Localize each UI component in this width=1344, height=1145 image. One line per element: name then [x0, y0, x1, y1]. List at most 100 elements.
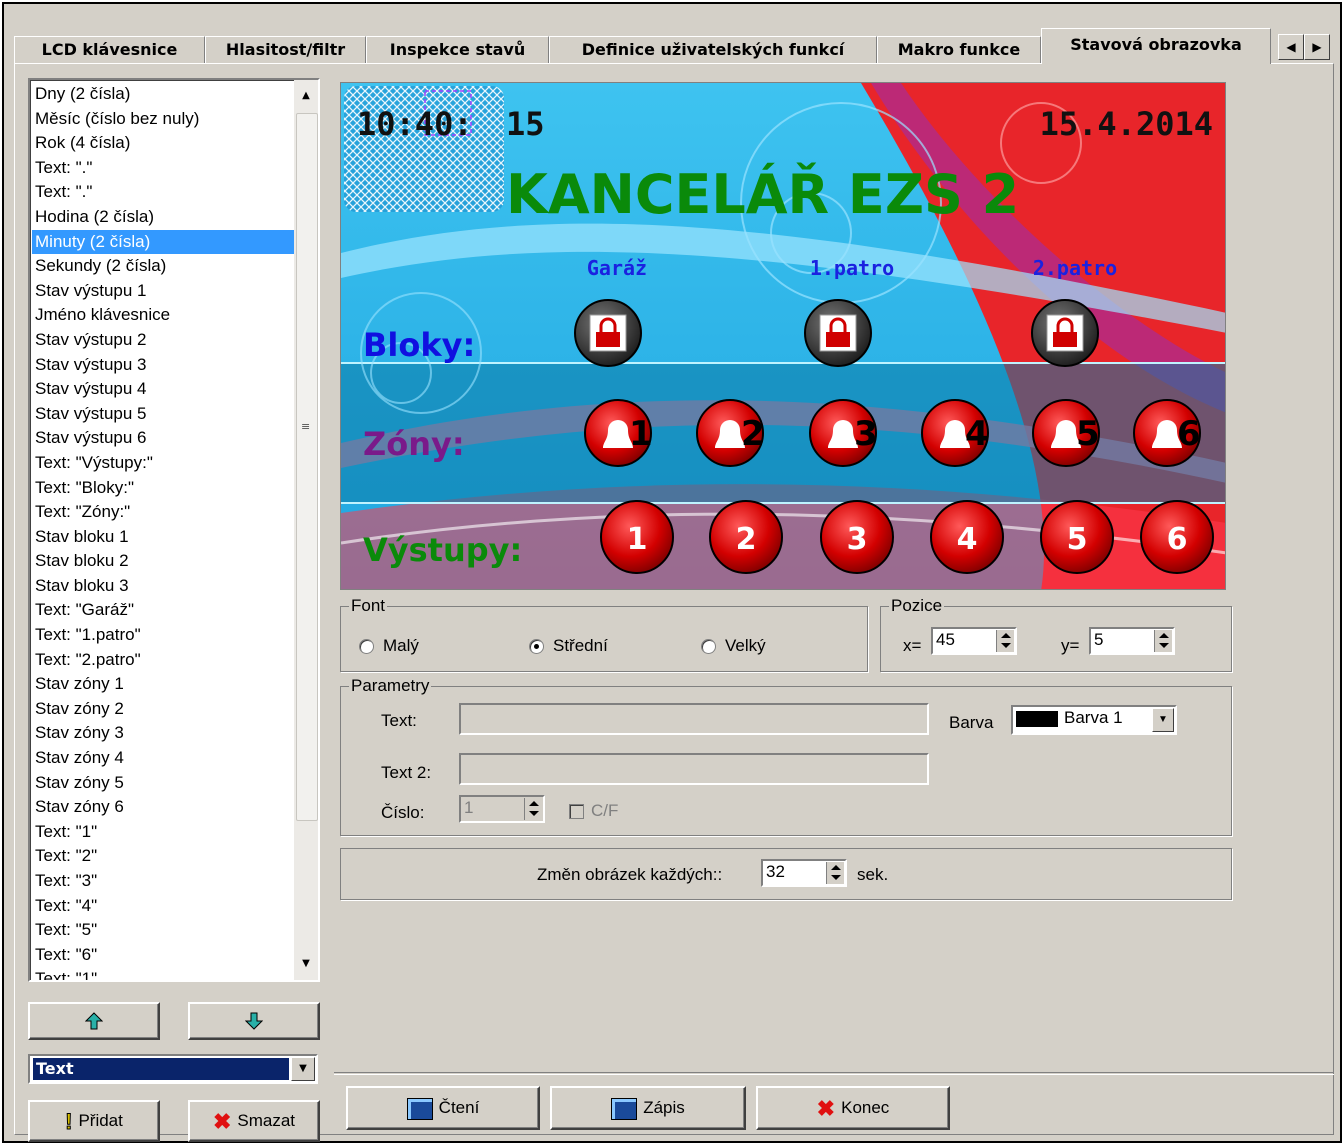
list-item[interactable]: Text: "2.patro" — [32, 648, 294, 673]
exit-button[interactable]: ✖ Konec — [756, 1086, 950, 1130]
number-stepper[interactable]: 1 — [459, 795, 545, 823]
list-item[interactable]: Stav zóny 2 — [32, 697, 294, 722]
tab-scroll-right-button[interactable]: ▶ — [1304, 34, 1330, 60]
zone-number: 4 — [965, 414, 989, 454]
list-item[interactable]: Text: "1" — [32, 967, 294, 980]
list-item[interactable]: Stav zóny 5 — [32, 771, 294, 796]
spin-arrows-icon[interactable] — [826, 862, 844, 884]
change-image-value: 32 — [766, 862, 785, 881]
list-item[interactable]: Text: "Výstupy:" — [32, 451, 294, 476]
status-screen-preview[interactable]: 10:40: 15 15.4.2014 KANCELÁŘ EZS 2 Garáž… — [340, 82, 1226, 590]
list-item[interactable]: Stav bloku 2 — [32, 549, 294, 574]
tab-stavova-obrazovka[interactable]: Stavová obrazovka — [1041, 28, 1271, 64]
element-type-combo[interactable]: Text ▼ — [28, 1054, 318, 1084]
list-item[interactable]: Stav výstupu 6 — [32, 426, 294, 451]
add-button-label: Přidat — [78, 1111, 123, 1130]
list-item[interactable]: Text: "Bloky:" — [32, 476, 294, 501]
tab-hlasitost-filtr[interactable]: Hlasitost/filtr — [205, 36, 366, 64]
chevron-down-icon[interactable]: ▼ — [1152, 708, 1174, 732]
tab-definice-uzivatelskych-funkci[interactable]: Definice uživatelských funkcí — [549, 36, 877, 64]
list-item[interactable]: Stav zóny 4 — [32, 746, 294, 771]
tab-inspekce-stavu[interactable]: Inspekce stavů — [366, 36, 549, 64]
list-item[interactable]: Text: "1" — [32, 820, 294, 845]
list-item[interactable]: Text: "." — [32, 180, 294, 205]
list-item[interactable]: Sekundy (2 čísla) — [32, 254, 294, 279]
list-item[interactable]: Text: "4" — [32, 894, 294, 919]
move-down-button[interactable] — [188, 1002, 320, 1040]
list-item[interactable]: Text: "2" — [32, 844, 294, 869]
list-item[interactable]: Text: "6" — [32, 943, 294, 968]
list-item[interactable]: Text: "Zóny:" — [32, 500, 294, 525]
number-value: 1 — [464, 798, 474, 817]
zones-label: Zóny: — [363, 425, 465, 463]
color-select[interactable]: Barva 1 ▼ — [1011, 705, 1177, 735]
list-item[interactable]: Jméno klávesnice — [32, 303, 294, 328]
list-item[interactable]: Stav výstupu 1 — [32, 279, 294, 304]
scroll-up-icon[interactable]: ▲ — [294, 84, 318, 108]
chevron-down-icon[interactable]: ▼ — [291, 1057, 315, 1081]
list-item[interactable]: Text: "3" — [32, 869, 294, 894]
tab-lcd-klavesnice[interactable]: LCD klávesnice — [14, 36, 205, 64]
list-item[interactable]: Hodina (2 čísla) — [32, 205, 294, 230]
change-image-unit: sek. — [857, 865, 889, 884]
position-group: Pozice x= 45 y= 5 — [880, 596, 1232, 672]
y-label: y= — [1061, 636, 1080, 655]
x-value: 45 — [936, 630, 955, 649]
list-item[interactable]: Stav bloku 1 — [32, 525, 294, 550]
list-item[interactable]: Stav výstupu 3 — [32, 353, 294, 378]
list-item[interactable]: Stav zóny 1 — [32, 672, 294, 697]
font-large-radio[interactable] — [701, 639, 716, 654]
output-number: 5 — [1067, 522, 1088, 557]
output-number: 1 — [627, 522, 648, 557]
list-item[interactable]: Měsíc (číslo bez nuly) — [32, 107, 294, 132]
outputs-label: Výstupy: — [363, 531, 522, 569]
tab-label: Makro funkce — [897, 40, 1021, 59]
list-item[interactable]: Rok (4 čísla) — [32, 131, 294, 156]
read-button[interactable]: Čtení — [346, 1086, 540, 1130]
output-number: 3 — [847, 522, 868, 557]
color-value: Barva 1 — [1064, 708, 1123, 727]
exclamation-icon: ! — [65, 1108, 73, 1134]
x-stepper[interactable]: 45 — [931, 627, 1017, 655]
list-item[interactable]: Stav výstupu 4 — [32, 377, 294, 402]
red-x-icon: ✖ — [816, 1095, 836, 1121]
spin-arrows-icon[interactable] — [524, 798, 542, 820]
list-item[interactable]: Dny (2 čísla) — [32, 82, 294, 107]
font-medium-radio[interactable] — [529, 639, 544, 654]
bottom-separator — [334, 1072, 1334, 1075]
scroll-thumb[interactable] — [296, 113, 318, 821]
font-small-label: Malý — [383, 636, 419, 655]
font-large-label: Velký — [725, 636, 766, 655]
list-item[interactable]: Text: "." — [32, 156, 294, 181]
text2-field[interactable] — [459, 753, 929, 785]
list-item[interactable]: Text: "5" — [32, 918, 294, 943]
list-item[interactable]: Stav zóny 3 — [32, 721, 294, 746]
list-scrollbar[interactable]: ▲ ≡ ▼ — [294, 80, 318, 980]
scroll-down-icon[interactable]: ▼ — [294, 952, 318, 976]
list-item[interactable]: Stav zóny 6 — [32, 795, 294, 820]
list-item[interactable]: Text: "1.patro" — [32, 623, 294, 648]
write-button[interactable]: Zápis — [550, 1086, 746, 1130]
tab-makro-funkce[interactable]: Makro funkce — [877, 36, 1041, 64]
text-field[interactable] — [459, 703, 929, 735]
zone-number: 2 — [741, 414, 765, 454]
elements-listbox[interactable]: Dny (2 čísla) Měsíc (číslo bez nuly) Rok (… — [28, 78, 320, 982]
spin-arrows-icon[interactable] — [996, 630, 1014, 652]
move-up-button[interactable] — [28, 1002, 160, 1040]
delete-button[interactable]: ✖ Smazat — [188, 1100, 320, 1142]
read-button-label: Čtení — [438, 1098, 480, 1117]
list-item[interactable]: Stav výstupu 2 — [32, 328, 294, 353]
spin-arrows-icon[interactable] — [1154, 630, 1172, 652]
change-image-stepper[interactable]: 32 — [761, 859, 847, 887]
add-button[interactable]: ! Přidat — [28, 1100, 160, 1142]
list-item[interactable]: Text: "Garáž" — [32, 598, 294, 623]
tab-label: LCD klávesnice — [41, 40, 178, 59]
block-name-garaz: Garáž — [587, 256, 647, 280]
y-stepper[interactable]: 5 — [1089, 627, 1175, 655]
list-item[interactable]: Stav bloku 3 — [32, 574, 294, 599]
tab-scroll-left-button[interactable]: ◀ — [1278, 34, 1304, 60]
cf-checkbox[interactable] — [569, 804, 584, 819]
list-item[interactable]: Stav výstupu 5 — [32, 402, 294, 427]
font-small-radio[interactable] — [359, 639, 374, 654]
list-item[interactable]: Minuty (2 čísla) — [32, 229, 294, 255]
